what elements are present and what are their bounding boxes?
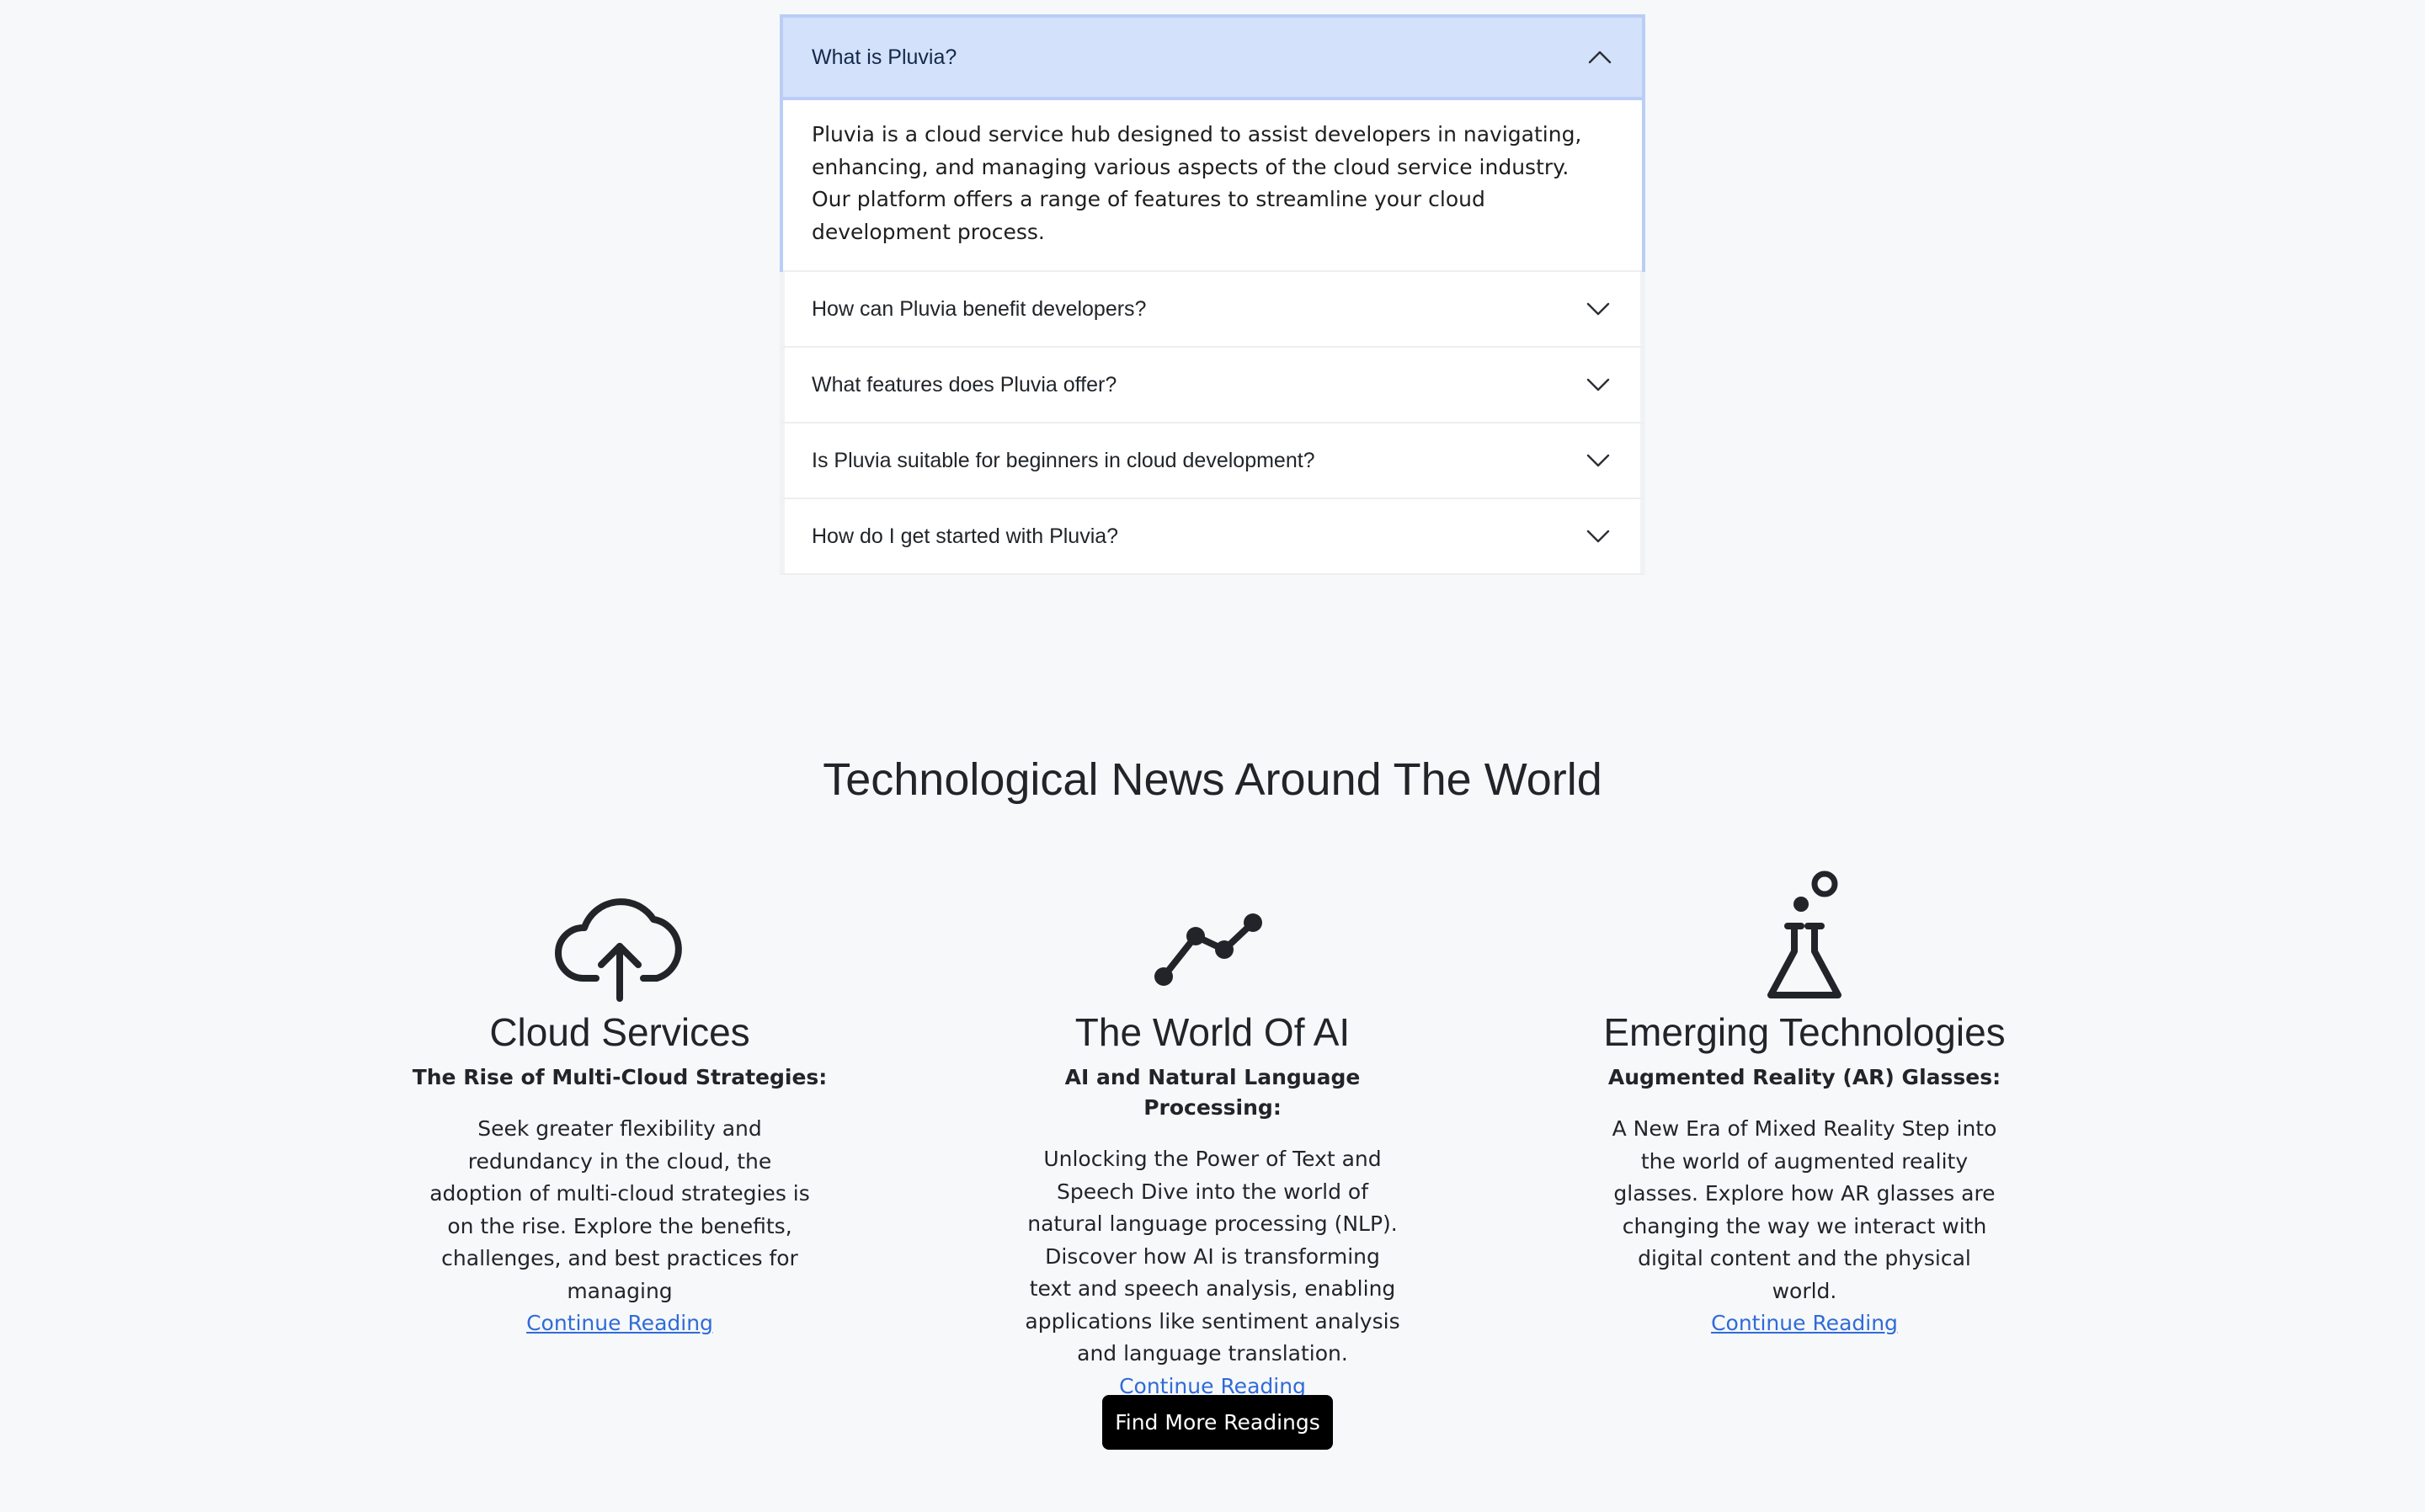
faq-answer: Pluvia is a cloud service hub designed t… xyxy=(783,100,1642,272)
faq-question-label: How can Pluvia benefit developers? xyxy=(812,296,1147,321)
faq-question-label: Is Pluvia suitable for beginners in clou… xyxy=(812,448,1315,472)
faq-question-button[interactable]: Is Pluvia suitable for beginners in clou… xyxy=(785,423,1640,498)
news-card-emerging-technologies: Emerging Technologies Augmented Reality … xyxy=(1594,867,2015,1340)
continue-reading-link[interactable]: Continue Reading xyxy=(1711,1307,1898,1340)
faq-question-label: What features does Pluvia offer? xyxy=(812,372,1117,397)
news-card-subheading: AI and Natural Language Processing: xyxy=(1064,1065,1361,1120)
flask-icon xyxy=(1594,867,2015,1002)
news-card-description: Seek greater flexibility and redundancy … xyxy=(429,1116,810,1303)
faq-question-button[interactable]: What features does Pluvia offer? xyxy=(785,348,1640,422)
news-card-heading: The World Of AI xyxy=(1074,1010,1351,1054)
faq-item-get-started: How do I get started with Pluvia? xyxy=(780,499,1645,575)
news-card-subheading: The Rise of Multi-Cloud Strategies: xyxy=(412,1065,828,1089)
faq-question-button[interactable]: How do I get started with Pluvia? xyxy=(785,499,1640,573)
faq-item-features: What features does Pluvia offer? xyxy=(780,348,1645,423)
continue-reading-link[interactable]: Continue Reading xyxy=(526,1307,713,1340)
news-card-subheading: Augmented Reality (AR) Glasses: xyxy=(1607,1065,2001,1089)
news-card-world-of-ai: The World Of AI AI and Natural Language … xyxy=(1002,867,1423,1403)
news-section-title: Technological News Around The World xyxy=(823,754,1602,805)
news-card-heading: Cloud Services xyxy=(489,1010,750,1054)
faq-accordion: What is Pluvia? Pluvia is a cloud servic… xyxy=(780,14,1645,575)
news-card-heading: Emerging Technologies xyxy=(1603,1010,2006,1054)
news-card-description: Unlocking the Power of Text and Speech D… xyxy=(1025,1147,1400,1366)
chevron-up-icon xyxy=(1588,51,1612,64)
line-chart-icon xyxy=(1002,867,1423,1002)
chevron-down-icon xyxy=(1586,302,1610,316)
faq-item-what-is-pluvia: What is Pluvia? Pluvia is a cloud servic… xyxy=(780,14,1645,272)
faq-question-button[interactable]: What is Pluvia? xyxy=(783,18,1642,100)
news-card-description: A New Era of Mixed Reality Step into the… xyxy=(1612,1116,1997,1303)
chevron-down-icon xyxy=(1586,530,1610,543)
faq-question-label: What is Pluvia? xyxy=(812,45,957,69)
find-more-readings-button[interactable]: Find More Readings xyxy=(1102,1395,1333,1450)
news-card-cloud-services: Cloud Services The Rise of Multi-Cloud S… xyxy=(409,867,830,1340)
cloud-upload-icon xyxy=(409,867,830,1002)
chevron-down-icon xyxy=(1586,454,1610,467)
chevron-down-icon xyxy=(1586,378,1610,391)
faq-item-beginners: Is Pluvia suitable for beginners in clou… xyxy=(780,423,1645,499)
faq-question-button[interactable]: How can Pluvia benefit developers? xyxy=(785,272,1640,346)
faq-question-label: How do I get started with Pluvia? xyxy=(812,524,1119,548)
faq-item-benefit-developers: How can Pluvia benefit developers? xyxy=(780,272,1645,348)
